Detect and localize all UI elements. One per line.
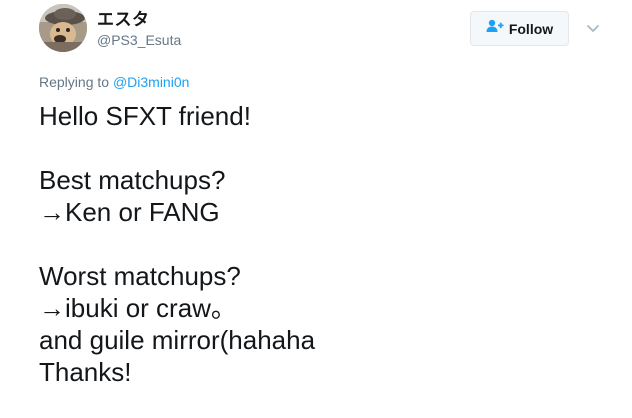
avatar[interactable] <box>39 4 87 52</box>
tweet-line: →ibuki or craw。 <box>39 293 237 323</box>
follow-user-icon <box>486 19 504 38</box>
tweet-line: Hello SFXT friend! <box>39 101 251 131</box>
replying-to: Replying to @Di3mini0n <box>39 74 189 90</box>
follow-label: Follow <box>508 20 554 37</box>
tweet-text: Hello SFXT friend! Best matchups? →Ken o… <box>39 100 619 388</box>
avatar-image <box>39 4 87 52</box>
tweet-line: Worst matchups? <box>39 261 241 291</box>
screen-name[interactable]: @PS3_Esuta <box>97 32 181 48</box>
tweet-line: Thanks! <box>39 357 132 387</box>
display-name[interactable]: エスタ <box>97 5 150 30</box>
chevron-down-icon[interactable] <box>585 20 601 36</box>
tweet-line: →Ken or FANG <box>39 197 220 227</box>
replying-to-label: Replying to <box>39 74 110 90</box>
tweet-line: and guile mirror(hahaha <box>39 325 316 355</box>
tweet-card: エスタ @PS3_Esuta Follow Replying to @Di3mi… <box>0 0 632 418</box>
reply-mention-link[interactable]: @Di3mini0n <box>113 74 189 90</box>
tweet-line: Best matchups? <box>39 165 226 195</box>
follow-button[interactable]: Follow <box>470 11 569 46</box>
